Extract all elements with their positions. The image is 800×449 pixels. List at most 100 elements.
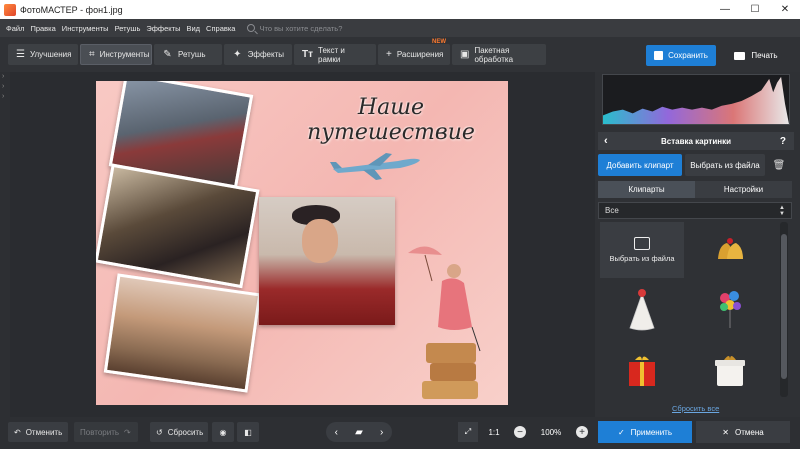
window-title: ФотоМАСТЕР - фон1.jpg bbox=[20, 4, 123, 15]
close-icon[interactable]: ✕ bbox=[770, 0, 800, 19]
reset-button[interactable]: ↺ Сбросить bbox=[150, 422, 208, 442]
fit-to-screen-button[interactable]: ⤢ bbox=[458, 422, 478, 442]
tab-extensions[interactable]: + Расширения NEW bbox=[378, 39, 450, 65]
tab-label: Улучшения bbox=[29, 50, 72, 59]
scrollbar-thumb[interactable] bbox=[781, 234, 787, 379]
bells-clipart[interactable] bbox=[688, 222, 772, 278]
menu-item-view[interactable]: Вид bbox=[186, 24, 200, 33]
tab-enhancements[interactable]: ☰ Улучшения bbox=[8, 44, 78, 65]
print-label: Печать bbox=[751, 51, 778, 60]
chevron-right-icon: › bbox=[2, 73, 5, 80]
grid-choose-from-file[interactable]: Выбрать из файла bbox=[600, 222, 684, 278]
photo-canvas[interactable]: Наше путешествие bbox=[96, 81, 508, 405]
compare-icon: ◧ bbox=[244, 427, 252, 437]
girl-with-suitcases-clipart[interactable] bbox=[406, 241, 491, 401]
menu-item-effects[interactable]: Эффекты bbox=[146, 24, 180, 33]
save-label: Сохранить bbox=[668, 51, 708, 60]
reset-all-link[interactable]: Сбросить все bbox=[672, 404, 719, 413]
collage-photo-portrait[interactable] bbox=[259, 197, 395, 325]
image-add-icon bbox=[634, 237, 650, 250]
tab-tools[interactable]: ⌗ Инструменты bbox=[80, 44, 152, 65]
white-gift-icon bbox=[715, 356, 745, 386]
menu-item-help[interactable]: Справка bbox=[206, 24, 235, 33]
airplane-clipart[interactable] bbox=[328, 151, 423, 181]
red-gift-icon bbox=[629, 356, 655, 386]
image-navigation: ‹ ▰ › bbox=[326, 422, 392, 442]
sliders-icon: ☰ bbox=[16, 49, 25, 60]
tab-label: Текст и рамки bbox=[318, 45, 345, 64]
checkmark-icon: ✓ bbox=[617, 427, 625, 437]
search-box[interactable]: Что вы хотите сделать? bbox=[247, 24, 342, 33]
updown-arrows-icon: ▲ ▼ bbox=[779, 204, 785, 217]
category-value: Все bbox=[605, 206, 619, 215]
crop-icon: ⌗ bbox=[89, 49, 95, 60]
window-controls: — ☐ ✕ bbox=[710, 0, 800, 19]
redo-icon: ↷ bbox=[124, 427, 131, 437]
prev-image-icon[interactable]: ‹ bbox=[335, 427, 338, 438]
collage-photo-paris[interactable] bbox=[103, 273, 262, 393]
text-icon: Tт bbox=[302, 49, 314, 60]
tab-batch-processing[interactable]: ▣ Пакетная обработка bbox=[452, 44, 546, 65]
folder-icon[interactable]: ▰ bbox=[355, 427, 363, 438]
zoom-out-button[interactable]: − bbox=[510, 422, 530, 442]
left-collapse-strip[interactable]: › › › bbox=[0, 72, 10, 417]
zoom-in-button[interactable]: + bbox=[572, 422, 592, 442]
white-gift-clipart[interactable] bbox=[688, 342, 772, 398]
collage-headline[interactable]: Наше путешествие bbox=[281, 95, 501, 145]
undo-button[interactable]: ↶ Отменить bbox=[8, 422, 68, 442]
minimize-icon[interactable]: — bbox=[710, 0, 740, 19]
compare-button[interactable]: ◧ bbox=[237, 422, 259, 442]
category-select[interactable]: Все ▲ ▼ bbox=[598, 202, 792, 219]
redo-button[interactable]: Повторить ↷ bbox=[74, 422, 138, 442]
apply-button[interactable]: ✓ Применить bbox=[598, 421, 692, 443]
search-icon bbox=[247, 24, 256, 32]
undo-icon: ↶ bbox=[14, 427, 21, 437]
menu-item-edit[interactable]: Правка bbox=[30, 24, 55, 33]
choose-from-file-button[interactable]: Выбрать из файла bbox=[685, 154, 765, 176]
eye-icon: ◉ bbox=[219, 427, 227, 437]
brush-icon: ✎ bbox=[163, 49, 172, 60]
new-badge: NEW bbox=[432, 39, 446, 45]
zoom-value: 100% bbox=[540, 427, 562, 437]
reset-label: Сбросить bbox=[167, 427, 204, 437]
next-image-icon[interactable]: › bbox=[380, 427, 383, 438]
tab-settings[interactable]: Настройки bbox=[695, 181, 792, 198]
tab-text-frames[interactable]: Tт Текст и рамки bbox=[294, 44, 376, 65]
preview-eye-button[interactable]: ◉ bbox=[212, 422, 234, 442]
back-arrow-icon[interactable]: ‹ bbox=[604, 135, 608, 147]
balloons-icon bbox=[720, 291, 741, 328]
reset-icon: ↺ bbox=[156, 427, 163, 437]
add-clipart-button[interactable]: Добавить клипарт bbox=[598, 154, 682, 176]
tab-cliparts[interactable]: Клипарты bbox=[598, 181, 695, 198]
tab-label: Расширения bbox=[396, 50, 444, 59]
chevron-right-icon: › bbox=[2, 93, 5, 100]
menu-item-retouch[interactable]: Ретушь bbox=[115, 24, 141, 33]
maximize-icon[interactable]: ☐ bbox=[740, 0, 770, 19]
party-hat-icon bbox=[629, 289, 655, 331]
histogram-graph bbox=[602, 74, 790, 125]
help-icon[interactable]: ? bbox=[780, 136, 786, 147]
tab-label: Ретушь bbox=[178, 50, 206, 59]
red-gift-clipart[interactable] bbox=[600, 342, 684, 398]
zoom-1to1-button[interactable]: 1:1 bbox=[484, 422, 504, 442]
floppy-icon bbox=[654, 51, 664, 60]
cancel-label: Отмена bbox=[735, 427, 764, 437]
chevron-right-icon: › bbox=[2, 83, 5, 90]
fit-screen-icon: ⤢ bbox=[464, 427, 472, 436]
app-logo-icon bbox=[4, 3, 16, 16]
clipart-scrollbar[interactable] bbox=[780, 222, 788, 397]
tab-effects[interactable]: ✦ Эффекты bbox=[224, 44, 292, 65]
cancel-button[interactable]: ✕ Отмена bbox=[696, 421, 790, 443]
print-button[interactable]: Печать bbox=[722, 45, 790, 66]
magic-wand-icon: ✦ bbox=[233, 49, 242, 60]
menu-item-file[interactable]: Файл bbox=[6, 24, 24, 33]
title-bar: ФотоМАСТЕР - фон1.jpg — ☐ ✕ bbox=[0, 0, 800, 19]
menu-item-tools[interactable]: Инструменты bbox=[62, 24, 109, 33]
party-hat-clipart[interactable] bbox=[600, 282, 684, 338]
save-button[interactable]: Сохранить bbox=[646, 45, 716, 66]
trash-icon[interactable]: 🗑 bbox=[772, 157, 786, 173]
portrait-face bbox=[302, 219, 338, 263]
balloons-clipart[interactable] bbox=[688, 282, 772, 338]
tab-retouch[interactable]: ✎ Ретушь bbox=[154, 44, 222, 65]
panel-title: Вставка картинки bbox=[660, 136, 731, 146]
